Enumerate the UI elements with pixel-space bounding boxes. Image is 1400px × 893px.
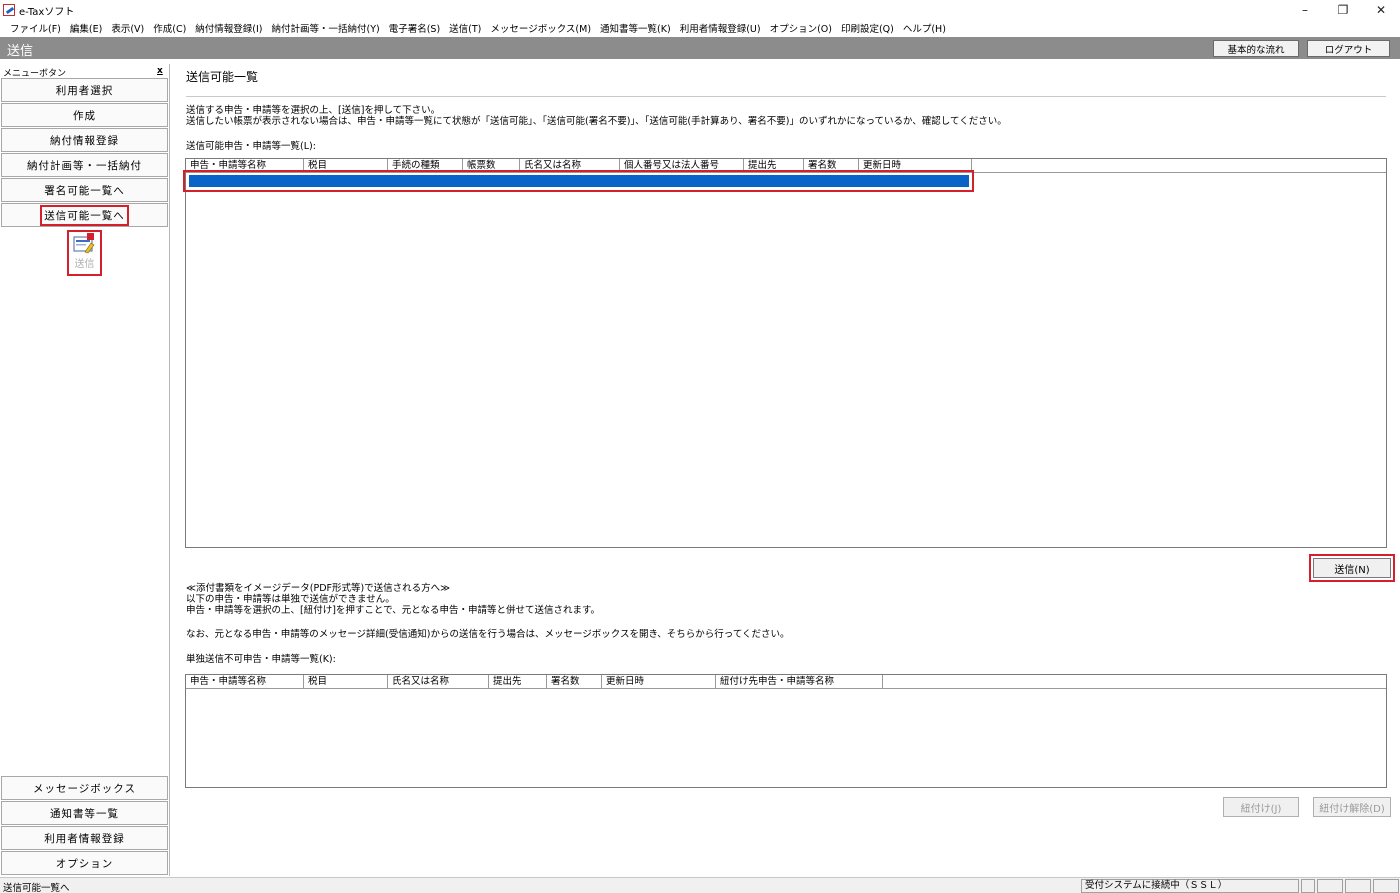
sidebar-sendable-list-button[interactable]: 送信可能一覧へ [1,203,168,227]
restore-icon[interactable]: ❐ [1324,0,1362,20]
status-panel-1 [1301,879,1315,893]
menu-message-box[interactable]: メッセージボックス(M) [490,21,591,35]
sidebar-user-select-button[interactable]: 利用者選択 [1,78,168,102]
sidebar-signable-list-button[interactable]: 署名可能一覧へ [1,178,168,202]
sidebar-payment-plan-button[interactable]: 納付計画等・一括納付 [1,153,168,177]
screen-header: 送信 基本的な流れ ログアウト [0,37,1400,59]
minimize-icon[interactable]: – [1286,0,1324,20]
menu-user-info[interactable]: 利用者情報登録(U) [680,21,761,35]
basic-flow-button[interactable]: 基本的な流れ [1213,40,1299,57]
sidebar-user-info-button[interactable]: 利用者情報登録 [1,826,168,850]
standalone-list-header: 申告・申請等名称 税目 氏名又は名称 提出先 署名数 更新日時 紐付け先申告・申… [186,675,1386,689]
sidebar-payment-info-button[interactable]: 納付情報登録 [1,128,168,152]
col2-link-target[interactable]: 紐付け先申告・申請等名称 [716,675,883,688]
status-bar: 送信可能一覧へ 受付システムに接続中（ＳＳＬ） [0,877,1400,893]
sidebar-notices-button[interactable]: 通知書等一覧 [1,801,168,825]
standalone-list-table[interactable]: 申告・申請等名称 税目 氏名又は名称 提出先 署名数 更新日時 紐付け先申告・申… [185,674,1387,788]
sidebar-create-button[interactable]: 作成 [1,103,168,127]
menu-notices[interactable]: 通知書等一覧(K) [600,21,671,35]
status-panel-2 [1317,879,1343,893]
col2-filing-name[interactable]: 申告・申請等名称 [186,675,304,688]
menu-send[interactable]: 送信(T) [449,21,481,35]
sendable-list-table[interactable]: 申告・申請等名称 税目 手続の種類 帳票数 氏名又は名称 個人番号又は法人番号 … [185,158,1387,548]
sidebar-options-button[interactable]: オプション [1,851,168,875]
col2-tax-item[interactable]: 税目 [304,675,388,688]
status-panel-3 [1345,879,1371,893]
send-button-highlight [1309,554,1395,582]
window-controls: – ❐ ✕ [1286,0,1400,20]
send-document-icon [72,233,94,254]
title-bar: e-Taxソフト – ❐ ✕ [0,0,1400,20]
col2-submit-to[interactable]: 提出先 [489,675,547,688]
selected-row-highlight [183,170,974,192]
menu-file[interactable]: ファイル(F) [10,21,61,35]
col2-name[interactable]: 氏名又は名称 [388,675,489,688]
instruction-line-2: 送信したい帳票が表示されない場合は、申告・申請等一覧にて状態が「送信可能」、「送… [186,116,1007,127]
unlink-button[interactable]: 紐付け解除(D) [1313,797,1391,817]
send-tile-label: 送信 [74,259,95,270]
message-box-note: なお、元となる申告・申請等のメッセージ詳細(受信通知)からの送信を行う場合は、メ… [186,629,790,640]
screen-title: 送信 [7,44,34,59]
sidebar-close-icon[interactable]: x [157,66,163,76]
send-action-tile[interactable]: 送信 [67,230,102,276]
sendable-list-label: 送信可能申告・申請等一覧(L): [186,141,316,152]
col2-updated-at[interactable]: 更新日時 [602,675,716,688]
window-title: e-Taxソフト [19,6,75,18]
menu-payment-info[interactable]: 納付情報登録(I) [195,21,262,35]
menu-edit[interactable]: 編集(E) [70,21,102,35]
menu-print-settings[interactable]: 印刷設定(Q) [841,21,894,35]
menu-options[interactable]: オプション(O) [770,21,832,35]
menu-view[interactable]: 表示(V) [111,21,144,35]
col2-signature-count[interactable]: 署名数 [547,675,602,688]
sidebar-sendable-list-label: 送信可能一覧へ [40,204,129,226]
menu-sidebar: メニューボタン x 利用者選択 作成 納付情報登録 納付計画等・一括納付 署名可… [0,64,170,876]
status-panel-4 [1373,879,1399,893]
status-text: 送信可能一覧へ [3,883,70,893]
logout-button[interactable]: ログアウト [1307,40,1390,57]
menu-create[interactable]: 作成(C) [153,21,186,35]
etax-app-icon [3,4,15,16]
attach-note-line-2: 申告・申請等を選択の上、[紐付け]を押すことで、元となる申告・申請等と併せて送信… [186,605,601,616]
connection-status: 受付システムに接続中（ＳＳＬ） [1081,879,1299,893]
title-divider [186,96,1386,97]
standalone-list-label: 単独送信不可申告・申請等一覧(K): [186,654,336,665]
sidebar-message-box-button[interactable]: メッセージボックス [1,776,168,800]
menu-bar: ファイル(F) 編集(E) 表示(V) 作成(C) 納付情報登録(I) 納付計画… [0,20,1400,36]
menu-payment-plan[interactable]: 納付計画等・一括納付(Y) [272,21,380,35]
close-icon[interactable]: ✕ [1362,0,1400,20]
page-title: 送信可能一覧 [186,70,259,84]
menu-signature[interactable]: 電子署名(S) [389,21,440,35]
link-button[interactable]: 紐付け(J) [1223,797,1299,817]
menu-help[interactable]: ヘルプ(H) [903,21,946,35]
